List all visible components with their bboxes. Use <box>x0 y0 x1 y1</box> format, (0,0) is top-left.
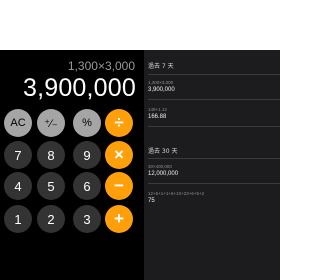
calculator-panel: 1,300×3,000 3,900,000 AC ⁺∕₋ % ÷ 7 8 9 × <box>0 50 144 280</box>
minus-button-label: − <box>114 176 124 195</box>
divider <box>148 126 280 127</box>
ac-button[interactable]: AC <box>4 109 32 137</box>
digit-2-button[interactable]: 2 <box>37 205 65 233</box>
multiply-button[interactable]: × <box>105 141 133 169</box>
percent-button-label: % <box>82 117 92 129</box>
divider <box>148 158 280 159</box>
digit-7-button[interactable]: 7 <box>4 141 32 169</box>
digit-1-button[interactable]: 1 <box>4 205 32 233</box>
screenshot-frame: 1,300×3,000 3,900,000 AC ⁺∕₋ % ÷ 7 8 9 × <box>0 0 280 280</box>
digit-3-label: 3 <box>83 211 91 227</box>
expression-display: 1,300×3,000 <box>67 59 135 73</box>
divider <box>148 183 280 184</box>
history-entry-expression[interactable]: 1,300×3,000 <box>148 80 173 85</box>
digit-4-label: 4 <box>14 178 22 194</box>
digit-4-button[interactable]: 4 <box>4 172 32 200</box>
divide-button[interactable]: ÷ <box>105 109 133 137</box>
divider <box>148 99 280 100</box>
digit-9-button[interactable]: 9 <box>73 141 101 169</box>
percent-button[interactable]: % <box>73 109 101 137</box>
plus-minus-button-label: ⁺∕₋ <box>44 117 58 130</box>
digit-9-label: 9 <box>83 147 91 163</box>
digit-8-button[interactable]: 8 <box>37 141 65 169</box>
history-panel: 過去 7 天 1,300×3,000 3,900,000 149+1.12 16… <box>144 50 280 280</box>
plus-button-label: + <box>114 209 124 228</box>
history-section-title: 過去 7 天 <box>148 63 174 70</box>
digit-2-label: 2 <box>47 211 55 227</box>
plus-minus-button[interactable]: ⁺∕₋ <box>37 109 65 137</box>
history-entry-result[interactable]: 3,900,000 <box>148 87 175 93</box>
history-entry-result[interactable]: 75 <box>148 198 155 204</box>
multiply-button-label: × <box>114 145 124 164</box>
history-entry-result[interactable]: 166.88 <box>148 114 166 120</box>
digit-6-button[interactable]: 6 <box>73 172 101 200</box>
digit-5-button[interactable]: 5 <box>37 172 65 200</box>
digit-1-label: 1 <box>14 211 22 227</box>
history-entry-expression[interactable]: 30×400,000 <box>148 164 172 169</box>
history-entry-expression[interactable]: 12+6+1+1+6+10+23+6+5+2 <box>148 191 204 196</box>
digit-7-label: 7 <box>14 147 22 163</box>
divider <box>148 74 280 75</box>
divide-button-label: ÷ <box>114 113 124 132</box>
history-entry-result[interactable]: 12,000,000 <box>148 171 178 177</box>
history-section-title: 過去 30 天 <box>148 148 178 155</box>
history-entry-expression[interactable]: 149+1.12 <box>148 107 167 112</box>
digit-8-label: 8 <box>47 147 55 163</box>
ac-button-label: AC <box>10 117 26 129</box>
plus-button[interactable]: + <box>105 205 133 233</box>
result-display: 3,900,000 <box>22 74 136 102</box>
digit-3-button[interactable]: 3 <box>73 205 101 233</box>
digit-6-label: 6 <box>83 178 91 194</box>
minus-button[interactable]: − <box>105 172 133 200</box>
digit-5-label: 5 <box>47 178 55 194</box>
